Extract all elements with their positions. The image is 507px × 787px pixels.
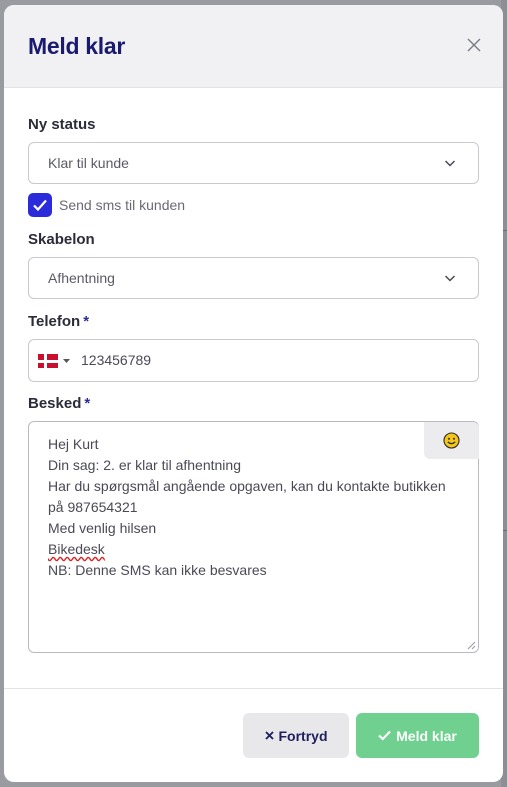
phone-field: 123456789 [28, 339, 479, 382]
send-sms-checkbox[interactable] [28, 193, 52, 217]
message-line: Din sag: 2. er klar til afhentning [48, 457, 241, 473]
message-line: Har du spørgsmål angående opgaven, kan d… [48, 478, 450, 515]
template-select[interactable]: Afhentning [28, 257, 479, 299]
required-mark: * [84, 395, 91, 412]
phone-label: Telefon * [28, 313, 89, 330]
close-icon [467, 38, 481, 52]
template-label: Skabelon [28, 231, 95, 248]
phone-input[interactable]: 123456789 [81, 352, 151, 368]
chevron-down-icon [444, 160, 456, 167]
message-line: Med venlig hilsen [48, 520, 157, 536]
meld-klar-button-label: Meld klar [396, 727, 457, 744]
required-mark: * [83, 313, 90, 330]
send-sms-label: Send sms til kunden [59, 197, 186, 213]
message-text: Hej Kurt Din sag: 2. er klar til afhentn… [48, 434, 458, 581]
chevron-down-icon [444, 275, 456, 282]
modal-header: Meld klar [4, 5, 503, 88]
cancel-button-label: Fortryd [278, 727, 328, 744]
resize-handle-icon[interactable] [467, 641, 476, 650]
status-select[interactable]: Klar til kunde [28, 142, 479, 184]
message-line: Bikedesk [48, 539, 458, 560]
meld-klar-button[interactable]: Meld klar [356, 713, 479, 758]
message-textarea[interactable]: Hej Kurt Din sag: 2. er klar til afhentn… [28, 421, 479, 653]
close-button[interactable] [467, 38, 481, 52]
status-label: Ny status [28, 116, 96, 133]
cancel-button[interactable]: Fortryd [243, 713, 349, 758]
footer-divider [4, 688, 503, 689]
message-line: Hej Kurt [48, 436, 99, 452]
smiley-icon [443, 432, 460, 449]
status-select-value: Klar til kunde [48, 155, 129, 171]
template-select-value: Afhentning [48, 270, 115, 286]
modal-title: Meld klar [28, 33, 126, 59]
check-icon [33, 199, 47, 212]
check-icon [378, 730, 391, 741]
backdrop-mark [503, 230, 507, 231]
message-line: NB: Denne SMS kan ikke besvares [48, 562, 267, 578]
misspelled-word: Bikedesk [48, 541, 105, 557]
phone-label-text: Telefon [28, 313, 81, 330]
message-label-text: Besked [28, 395, 82, 412]
message-label: Besked * [28, 395, 90, 412]
emoji-button[interactable] [424, 422, 479, 459]
meld-klar-dialog: Meld klar Ny status Klar til kunde Send … [4, 5, 503, 782]
close-icon [264, 731, 274, 740]
caret-down-icon[interactable] [63, 359, 70, 363]
backdrop-mark [503, 530, 507, 531]
denmark-flag-icon[interactable] [38, 354, 58, 368]
